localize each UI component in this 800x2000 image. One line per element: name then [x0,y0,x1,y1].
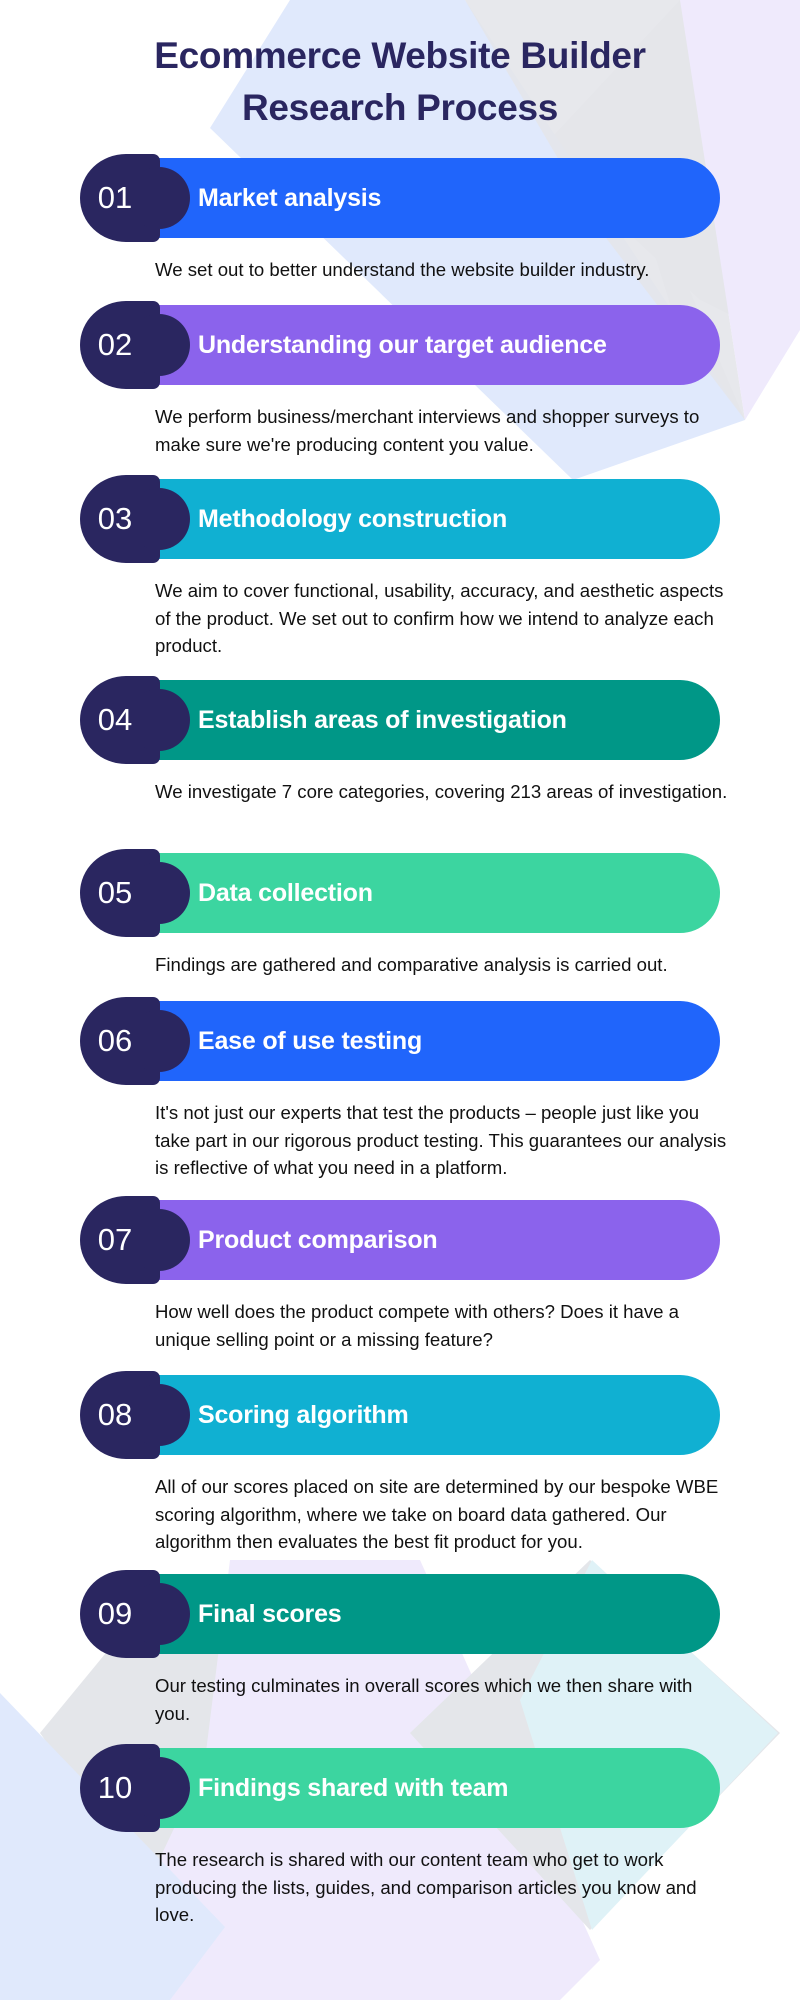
step-title: Data collection [198,879,373,907]
step-title: Final scores [198,1600,342,1628]
step-number: 09 [97,1596,133,1631]
step-number: 02 [97,327,133,362]
step-title: Understanding our target audience [198,331,607,359]
step-number: 10 [97,1770,133,1805]
title-line-1: Ecommerce Website Builder [154,35,646,76]
step-description: Findings are gathered and comparative an… [155,954,668,975]
step-description: How well does the product compete with o… [155,1301,680,1350]
step-number: 07 [97,1222,133,1257]
step-description: We investigate 7 core categories, coveri… [155,781,728,802]
title-line-2: Research Process [241,87,559,128]
step-description: We perform business/merchant interviews … [155,406,700,455]
step-number: 01 [97,180,133,215]
step-description: Our testing culminates in overall scores… [155,1675,693,1724]
step-title: Establish areas of investigation [198,706,567,734]
step-title: Ease of use testing [198,1027,423,1055]
step-description: The research is shared with our content … [155,1849,697,1925]
step-description: We set out to better understand the webs… [155,259,650,280]
step-title: Product comparison [198,1226,438,1254]
step-number: 04 [97,702,133,737]
step-title: Market analysis [198,184,382,212]
step-description: We aim to cover functional, usability, a… [155,580,724,656]
page-title: Ecommerce Website Builder Research Proce… [0,30,800,134]
step-title: Methodology construction [198,505,508,533]
step-number: 06 [97,1023,133,1058]
step-description: It's not just our experts that test the … [155,1102,727,1178]
step-number: 08 [97,1397,133,1432]
step-number: 05 [97,875,133,910]
step-description: All of our scores placed on site are det… [155,1476,719,1552]
step-title: Scoring algorithm [198,1401,409,1429]
step-number: 03 [97,501,133,536]
step-title: Findings shared with team [198,1774,509,1802]
